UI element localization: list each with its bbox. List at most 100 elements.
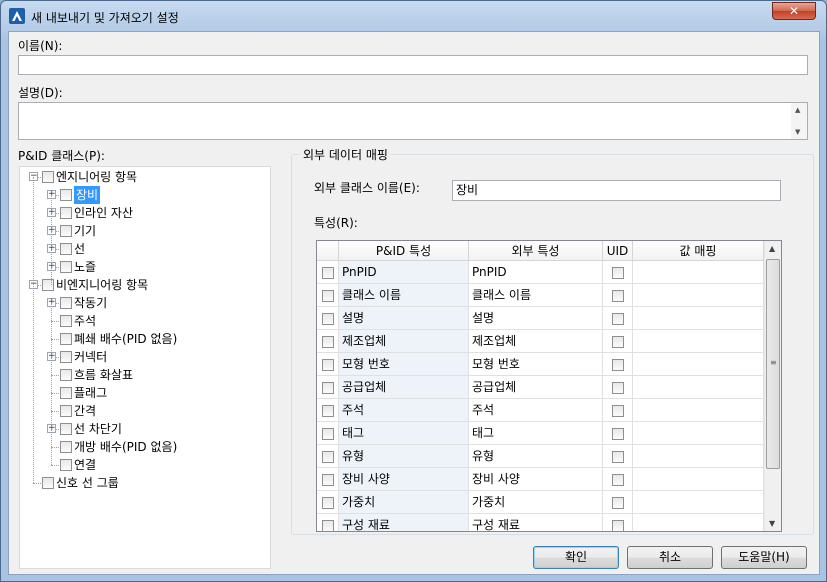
checkbox[interactable]	[611, 427, 624, 440]
tree-item[interactable]: 플래그	[20, 384, 270, 402]
scroll-up-arrow-icon[interactable]: ▲	[769, 244, 775, 253]
checkbox[interactable]	[321, 312, 334, 325]
pid-property-cell[interactable]: PnPID	[339, 261, 469, 284]
row-select-checkbox[interactable]	[317, 261, 339, 284]
value-mapping-cell[interactable]	[633, 491, 764, 514]
tree-item[interactable]: 개방 배수(PID 없음)	[20, 438, 270, 456]
external-property-cell[interactable]: 주석	[469, 399, 603, 422]
tree-item[interactable]: 주석	[20, 312, 270, 330]
table-row[interactable]: 가중치 가중치	[317, 491, 764, 514]
pid-property-cell[interactable]: 제조업체	[339, 330, 469, 353]
value-mapping-cell[interactable]	[633, 399, 764, 422]
external-property-cell[interactable]: 설명	[469, 307, 603, 330]
description-scrollbar[interactable]: ▲ ▼	[791, 103, 807, 139]
cancel-button[interactable]: 취소	[627, 546, 713, 569]
checkbox[interactable]	[321, 496, 334, 509]
name-input[interactable]	[18, 55, 808, 75]
tree-item-checkbox[interactable]	[60, 207, 72, 219]
tree-item[interactable]: 신호 선 그룹	[20, 474, 270, 492]
checkbox[interactable]	[321, 519, 334, 531]
pid-property-cell[interactable]: 모형 번호	[339, 353, 469, 376]
tree-item[interactable]: − 엔지니어링 항목	[20, 168, 270, 186]
tree-item-checkbox[interactable]	[60, 315, 72, 327]
row-select-checkbox[interactable]	[317, 307, 339, 330]
column-header-pid-property[interactable]: P&ID 특성	[339, 241, 469, 261]
tree-item[interactable]: + 작동기	[20, 294, 270, 312]
uid-checkbox[interactable]	[603, 399, 633, 422]
scrollbar-thumb[interactable]: ≡	[766, 259, 780, 469]
value-mapping-cell[interactable]	[633, 307, 764, 330]
external-property-cell[interactable]: PnPID	[469, 261, 603, 284]
checkbox[interactable]	[321, 450, 334, 463]
uid-checkbox[interactable]	[603, 491, 633, 514]
pid-property-cell[interactable]: 장비 사양	[339, 468, 469, 491]
row-select-checkbox[interactable]	[317, 445, 339, 468]
tree-item-checkbox[interactable]	[60, 225, 72, 237]
checkbox[interactable]	[321, 404, 334, 417]
checkbox[interactable]	[321, 335, 334, 348]
value-mapping-cell[interactable]	[633, 353, 764, 376]
row-select-checkbox[interactable]	[317, 422, 339, 445]
table-row[interactable]: PnPID PnPID	[317, 261, 764, 284]
pid-property-cell[interactable]: 태그	[339, 422, 469, 445]
checkbox[interactable]	[611, 266, 624, 279]
external-property-cell[interactable]: 제조업체	[469, 330, 603, 353]
row-select-checkbox[interactable]	[317, 491, 339, 514]
tree-item-checkbox[interactable]	[60, 441, 72, 453]
external-property-cell[interactable]: 클래스 이름	[469, 284, 603, 307]
value-mapping-cell[interactable]	[633, 261, 764, 284]
value-mapping-cell[interactable]	[633, 514, 764, 531]
pid-property-cell[interactable]: 가중치	[339, 491, 469, 514]
table-row[interactable]: 태그 태그	[317, 422, 764, 445]
tree-item-checkbox[interactable]	[42, 171, 54, 183]
uid-checkbox[interactable]	[603, 422, 633, 445]
uid-checkbox[interactable]	[603, 514, 633, 531]
tree-item[interactable]: + 노즐	[20, 258, 270, 276]
tree-item-checkbox[interactable]	[60, 423, 72, 435]
uid-checkbox[interactable]	[603, 330, 633, 353]
pid-property-cell[interactable]: 설명	[339, 307, 469, 330]
row-select-checkbox[interactable]	[317, 330, 339, 353]
table-row[interactable]: 모형 번호 모형 번호	[317, 353, 764, 376]
scroll-up-arrow-icon[interactable]: ▲	[795, 106, 800, 114]
value-mapping-cell[interactable]	[633, 422, 764, 445]
external-property-cell[interactable]: 공급업체	[469, 376, 603, 399]
checkbox[interactable]	[321, 289, 334, 302]
table-row[interactable]: 제조업체 제조업체	[317, 330, 764, 353]
pid-property-cell[interactable]: 클래스 이름	[339, 284, 469, 307]
help-button[interactable]: 도움말(H)	[721, 546, 807, 569]
value-mapping-cell[interactable]	[633, 284, 764, 307]
checkbox[interactable]	[321, 266, 334, 279]
external-property-cell[interactable]: 구성 재료	[469, 514, 603, 531]
scroll-down-arrow-icon[interactable]: ▼	[769, 519, 775, 528]
pid-class-tree[interactable]: − 엔지니어링 항목 + 장비 + 인라인 자산 + 기기 + 선 + 노즐 − 비엔지니어링 항목 + 작동…	[19, 166, 271, 569]
close-button[interactable]: ✕	[772, 2, 816, 20]
row-select-checkbox[interactable]	[317, 468, 339, 491]
tree-item-checkbox[interactable]	[60, 405, 72, 417]
tree-item[interactable]: + 선	[20, 240, 270, 258]
value-mapping-cell[interactable]	[633, 376, 764, 399]
row-select-checkbox[interactable]	[317, 399, 339, 422]
row-select-checkbox[interactable]	[317, 376, 339, 399]
external-property-cell[interactable]: 태그	[469, 422, 603, 445]
external-property-cell[interactable]: 가중치	[469, 491, 603, 514]
ok-button[interactable]: 확인	[533, 546, 619, 569]
table-row[interactable]: 클래스 이름 클래스 이름	[317, 284, 764, 307]
uid-checkbox[interactable]	[603, 284, 633, 307]
tree-item[interactable]: 폐쇄 배수(PID 없음)	[20, 330, 270, 348]
tree-item[interactable]: + 장비	[20, 186, 270, 204]
title-bar[interactable]: 새 내보내기 및 가져오기 설정 ✕	[1, 1, 826, 31]
tree-item-checkbox[interactable]	[60, 333, 72, 345]
scroll-down-arrow-icon[interactable]: ▼	[795, 128, 800, 136]
tree-item-checkbox[interactable]	[60, 351, 72, 363]
tree-item-checkbox[interactable]	[42, 279, 54, 291]
external-property-cell[interactable]: 모형 번호	[469, 353, 603, 376]
pid-property-cell[interactable]: 공급업체	[339, 376, 469, 399]
uid-checkbox[interactable]	[603, 468, 633, 491]
tree-item[interactable]: + 인라인 자산	[20, 204, 270, 222]
column-header-external-property[interactable]: 외부 특성	[469, 241, 603, 261]
checkbox[interactable]	[611, 335, 624, 348]
table-row[interactable]: 공급업체 공급업체	[317, 376, 764, 399]
checkbox[interactable]	[321, 427, 334, 440]
table-row[interactable]: 유형 유형	[317, 445, 764, 468]
